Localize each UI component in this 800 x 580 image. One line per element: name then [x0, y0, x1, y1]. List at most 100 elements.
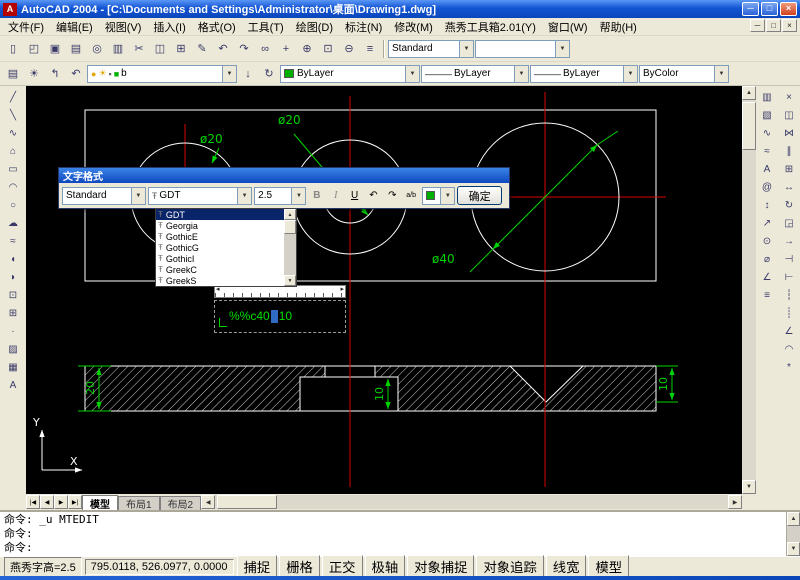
- copy-icon[interactable]: ◫: [150, 39, 170, 59]
- scroll-up-icon[interactable]: ▲: [284, 209, 296, 220]
- tab-nav-button[interactable]: ▶|: [68, 495, 82, 509]
- mtext-icon[interactable]: A: [3, 376, 23, 394]
- doc-minimize-button[interactable]: ─: [750, 19, 765, 32]
- edit-attribute-icon[interactable]: @: [757, 178, 777, 196]
- lineweight-combo[interactable]: ——— ByLayer ▼: [530, 65, 638, 83]
- menu-item[interactable]: 编辑(E): [50, 18, 99, 36]
- chamfer-icon[interactable]: ∠: [779, 322, 799, 340]
- font-list-item[interactable]: Ŧ GothicG: [156, 242, 284, 253]
- layout-tab[interactable]: 模型: [82, 495, 118, 510]
- make-object-layer-icon[interactable]: ↰: [45, 64, 65, 84]
- maximize-button[interactable]: □: [761, 2, 778, 16]
- italic-button[interactable]: I: [327, 187, 344, 205]
- menu-item[interactable]: 帮助(H): [594, 18, 643, 36]
- status-toggle-button[interactable]: 正交: [322, 555, 363, 578]
- zoom-realtime-icon[interactable]: ⊕: [297, 39, 317, 59]
- font-list-item[interactable]: Ŧ GothicE: [156, 231, 284, 242]
- menu-item[interactable]: 工具(T): [242, 18, 290, 36]
- publish-icon[interactable]: ▥: [108, 39, 128, 59]
- chevron-down-icon[interactable]: ▼: [291, 188, 305, 204]
- menu-item[interactable]: 格式(O): [192, 18, 242, 36]
- insert-block-icon[interactable]: ⊡: [3, 286, 23, 304]
- dim-style-combo[interactable]: ▼: [475, 40, 570, 58]
- stretch-icon[interactable]: →: [779, 232, 799, 250]
- array-icon[interactable]: ⊞: [779, 160, 799, 178]
- font-list-item[interactable]: Ŧ GothicI: [156, 253, 284, 264]
- font-list-item[interactable]: Ŧ GDT: [156, 209, 284, 220]
- layer-update-icon[interactable]: ↻: [259, 64, 279, 84]
- trim-icon[interactable]: ⊣: [779, 250, 799, 268]
- new-icon[interactable]: ▯: [3, 39, 23, 59]
- command-line-area[interactable]: 命令: _u MTEDIT命令:命令: ▲ ▼: [0, 510, 800, 556]
- chevron-down-icon[interactable]: ▼: [459, 41, 473, 57]
- linear-dimension-icon[interactable]: ↕: [757, 196, 777, 214]
- font-list-item[interactable]: Ŧ GreekC: [156, 264, 284, 275]
- spline-icon[interactable]: ≈: [3, 232, 23, 250]
- mtext-editor[interactable]: %%c40 10: [214, 285, 346, 333]
- status-toggle-button[interactable]: 模型: [588, 555, 629, 578]
- ellipse-arc-icon[interactable]: ◗: [3, 268, 23, 286]
- make-current-icon[interactable]: ↓: [238, 64, 258, 84]
- menu-item[interactable]: 插入(I): [147, 18, 191, 36]
- zoom-window-icon[interactable]: ⊡: [318, 39, 338, 59]
- point-icon[interactable]: ∙: [3, 322, 23, 340]
- doc-restore-button[interactable]: □: [766, 19, 781, 32]
- rotate-icon[interactable]: ↻: [779, 196, 799, 214]
- ellipse-icon[interactable]: ◖: [3, 250, 23, 268]
- tab-nav-button[interactable]: ◀: [40, 495, 54, 509]
- match-properties-icon[interactable]: ✎: [192, 39, 212, 59]
- properties-icon[interactable]: ≡: [360, 39, 380, 59]
- quick-dimension-icon[interactable]: ≡: [757, 286, 777, 304]
- scroll-down-icon[interactable]: ▼: [284, 275, 296, 286]
- draw-order-icon[interactable]: ▥: [757, 88, 777, 106]
- erase-icon[interactable]: ×: [779, 88, 799, 106]
- menu-item[interactable]: 窗口(W): [542, 18, 594, 36]
- layer-combo[interactable]: ● ☀ ▪ ■ b ▼: [87, 65, 237, 83]
- command-scrollbar[interactable]: ▲ ▼: [786, 512, 800, 556]
- undo-button[interactable]: ↶: [365, 187, 382, 205]
- revcloud-icon[interactable]: ☁: [3, 214, 23, 232]
- scroll-up-icon[interactable]: ▲: [787, 512, 800, 526]
- stack-button[interactable]: a/b: [403, 187, 420, 205]
- menu-item[interactable]: 燕秀工具箱2.01(Y): [439, 18, 542, 36]
- text-style-combo[interactable]: Standard▼: [388, 40, 474, 58]
- minimize-button[interactable]: ─: [742, 2, 759, 16]
- status-toggle-button[interactable]: 捕捉: [237, 555, 278, 578]
- break-at-point-icon[interactable]: ┆: [779, 286, 799, 304]
- status-toggle-button[interactable]: 极轴: [365, 555, 406, 578]
- font-list-scrollbar[interactable]: ▲ ▼: [284, 209, 296, 286]
- underline-button[interactable]: U: [346, 187, 363, 205]
- dialog-style-combo[interactable]: Standard▼: [62, 187, 146, 205]
- chevron-down-icon[interactable]: ▼: [514, 66, 528, 82]
- redo-icon[interactable]: ↷: [234, 39, 254, 59]
- plotstyle-combo[interactable]: ByColor ▼: [639, 65, 729, 83]
- linetype-combo[interactable]: ——— ByLayer ▼: [421, 65, 529, 83]
- font-list-item[interactable]: Ŧ Georgia: [156, 220, 284, 231]
- title-bar[interactable]: A AutoCAD 2004 - [C:\Documents and Setti…: [0, 0, 800, 18]
- menu-item[interactable]: 文件(F): [2, 18, 50, 36]
- status-toggle-button[interactable]: 对象追踪: [476, 555, 543, 578]
- line-icon[interactable]: ╱: [3, 88, 23, 106]
- zoom-previous-icon[interactable]: ⊖: [339, 39, 359, 59]
- break-icon[interactable]: ┊: [779, 304, 799, 322]
- layer-previous-icon[interactable]: ↶: [66, 64, 86, 84]
- edit-hatch-icon[interactable]: ▧: [757, 106, 777, 124]
- arc-icon[interactable]: ◠: [3, 178, 23, 196]
- offset-icon[interactable]: ∥: [779, 142, 799, 160]
- bold-button[interactable]: B: [308, 187, 325, 205]
- tab-nav-button[interactable]: |◀: [26, 495, 40, 509]
- diameter-dimension-icon[interactable]: ⌀: [757, 250, 777, 268]
- edit-text-icon[interactable]: A: [757, 160, 777, 178]
- make-block-icon[interactable]: ⊞: [3, 304, 23, 322]
- chevron-down-icon[interactable]: ▼: [222, 66, 236, 82]
- scroll-right-icon[interactable]: ▶: [728, 495, 742, 509]
- edit-spline-icon[interactable]: ≈: [757, 142, 777, 160]
- status-toggle-button[interactable]: 对象捕捉: [407, 555, 474, 578]
- hatch-icon[interactable]: ▨: [3, 340, 23, 358]
- coordinates-readout[interactable]: 795.0118, 526.0977, 0.0000: [85, 559, 234, 575]
- color-combo[interactable]: ByLayer ▼: [280, 65, 420, 83]
- extend-icon[interactable]: ⊢: [779, 268, 799, 286]
- chevron-down-icon[interactable]: ▼: [555, 41, 569, 57]
- dialog-title-bar[interactable]: 文字格式: [59, 168, 509, 183]
- tab-nav-button[interactable]: ▶: [54, 495, 68, 509]
